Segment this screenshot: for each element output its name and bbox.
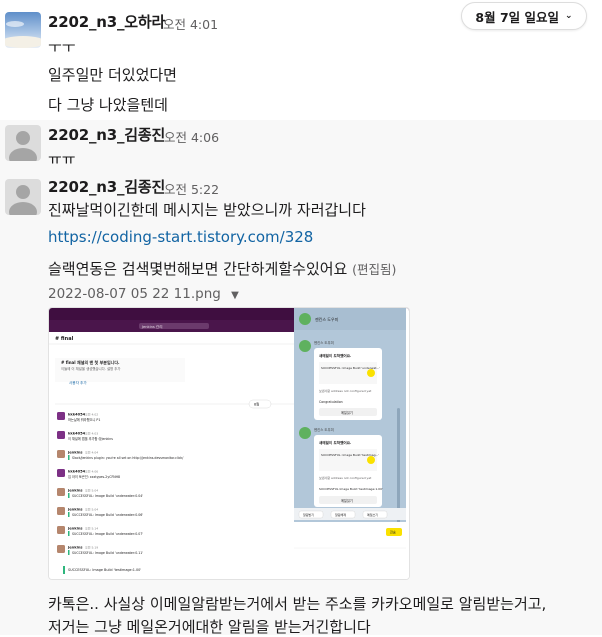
- entry-user: kkk4054: [68, 413, 86, 417]
- message-text: 슬랙연동은 검색몇번해보면 간단하게할수있어요: [48, 260, 348, 278]
- notice-sub: 이들에 이 채널을 생성했습니다. 설명 추가: [61, 366, 121, 371]
- entry-time: 오전 4:03: [85, 431, 98, 436]
- entry-user: kkk4054: [68, 470, 86, 474]
- status-bar: [68, 531, 70, 536]
- entry-avatar: [57, 412, 65, 420]
- image-preview: Jenkins 관리 # final # final 채널의 맨 첫 부분입니다…: [49, 308, 409, 579]
- kakao-card2-title: 새메일이 도착했어요.: [319, 440, 351, 445]
- kakao-tab-3: 메일쓰기: [367, 512, 378, 517]
- message-time[interactable]: 오전 4:06: [164, 127, 219, 146]
- message-time[interactable]: 오전 5:22: [164, 179, 219, 198]
- message-line: ㅠㅠ: [48, 150, 76, 168]
- entry-time: 오전 5:19: [85, 545, 98, 550]
- entry-avatar: [57, 545, 65, 553]
- channel-name: # final: [55, 336, 74, 342]
- sender-name[interactable]: 2202_n3_김종진: [48, 176, 165, 197]
- entry-avatar: [57, 450, 65, 458]
- kakao-sender: 젠킨스 도우미: [314, 340, 334, 345]
- entry-user: kkk4054: [68, 432, 86, 436]
- avatar[interactable]: [5, 179, 41, 215]
- caret-down-icon[interactable]: ▼: [231, 290, 239, 301]
- default-user-icon: [9, 131, 37, 161]
- add-member: 사용자 추가: [69, 380, 87, 385]
- sender-name[interactable]: 2202_n3_김종진: [48, 124, 165, 145]
- last-line: SUCCESSFUL: Image Build 'testimage:1.00': [68, 568, 141, 572]
- entry-avatar: [57, 488, 65, 496]
- kakao-card2-from: 보낸사람 address not configured yet: [319, 475, 372, 480]
- avatar[interactable]: [5, 125, 41, 161]
- message-line: 다 그냥 나았을텐데: [48, 96, 168, 114]
- file-name-text: 2022-08-07 05 22 11.png: [48, 286, 221, 302]
- kakao-card-button: 메일읽기: [341, 410, 353, 415]
- avatar[interactable]: [5, 12, 41, 48]
- entry-time: 오전 4:06: [85, 469, 98, 474]
- entry-text: 이 채널에 앱을 추가함 @jenkins: [68, 436, 113, 441]
- status-bar: [68, 493, 70, 498]
- attached-image[interactable]: Jenkins 관리 # final # final 채널의 맨 첫 부분입니다…: [48, 307, 410, 580]
- kakao-card-from: 보낸사람 address not configured yet: [319, 388, 372, 393]
- entry-time: 오전 5:04: [85, 488, 98, 493]
- file-name[interactable]: 2022-08-07 05 22 11.png ▼: [48, 286, 239, 302]
- search-text: Jenkins 관리: [141, 324, 163, 329]
- entry-avatar: [57, 507, 65, 515]
- kakao-header: 젠킨스 도우미: [315, 316, 339, 322]
- message-link[interactable]: https://coding-start.tistory.com/328: [48, 228, 313, 246]
- default-user-icon: [9, 185, 37, 215]
- message-line: 저거는 그냥 메일온거에대한 알림을 받는거긴합니다: [48, 618, 371, 636]
- kakao-tab-2: 알림해제: [335, 512, 346, 517]
- kakao-card-title: 새메일이 도착했어요.: [319, 353, 351, 358]
- entry-avatar: [57, 526, 65, 534]
- entry-time: 오전 5:04: [85, 507, 98, 512]
- entry-text: SUCCESSFUL: Image Build 'underwater:0.07…: [72, 532, 143, 536]
- divider-label: 8월: [254, 402, 259, 407]
- kakao-card2-button: 메일읽기: [341, 498, 353, 503]
- kakao-card2-status: SUCCESSFUL: Image Build 'testimag...': [321, 453, 379, 457]
- sender-name[interactable]: 2202_n3_오하라: [48, 11, 165, 32]
- entry-text: 하는날에 뭐라했으니 P1: [68, 417, 100, 422]
- entry-text: SUCCESSFUL: Image Build 'underwater:0.04…: [72, 494, 143, 498]
- notice-title: # final 채널의 맨 첫 부분입니다.: [61, 359, 120, 365]
- entry-avatar: [57, 431, 65, 439]
- entry-time: 오전 5:14: [85, 526, 98, 531]
- entry-avatar: [57, 469, 65, 477]
- entry-user: jenkins: [67, 508, 83, 512]
- edited-label: (편집됨): [352, 262, 397, 277]
- message-line: ㅜㅜ: [48, 38, 76, 56]
- entry-user: jenkins: [67, 451, 83, 455]
- entry-time: 오전 4:04: [85, 450, 98, 455]
- entry-text: SUCCESSFUL: Image Build 'underwater:0.11…: [72, 551, 143, 555]
- entry-time: 오전 4:02: [85, 412, 98, 417]
- message-line: 일주일만 더있었다면: [48, 66, 177, 84]
- entry-user: jenkins: [67, 546, 83, 550]
- message: 2202_n3_김종진 오전 4:06 ㅠㅠ: [0, 120, 602, 170]
- status-bar: [68, 550, 70, 555]
- kakao-card-congrats: Congratulation: [319, 400, 343, 404]
- kakao-send: 전송: [390, 530, 396, 535]
- status-bar: [68, 455, 70, 460]
- message-line: 진짜날먹이긴한데 메시지는 받았으니까 자러갑니다: [48, 201, 366, 219]
- avatar-image-icon: [5, 21, 41, 48]
- message: 2202_n3_오하라 오전 4:01 ㅜㅜ 일주일만 더있었다면 다 그냥 나…: [0, 0, 602, 120]
- message-line: 카톡은.. 사실상 이메일알람받는거에서 받는 주소를 카카오메일로 알림받는거…: [48, 595, 547, 613]
- entry-user: jenkins: [67, 489, 83, 493]
- entry-user: jenkins: [67, 527, 83, 531]
- message-line: 슬랙연동은 검색몇번해보면 간단하게할수있어요 (편집됨): [48, 258, 396, 279]
- entry-text: SUCCESSFUL: Image Build 'underwater:0.06…: [72, 513, 143, 517]
- message-time[interactable]: 오전 4:01: [163, 14, 218, 33]
- kakao-tab-1: 알림받기: [303, 512, 314, 517]
- entry-text: 입 아이 토큰인: xxxtypes-2yCFNH8: [68, 474, 120, 479]
- entry-text: Slack/Jenkins plugin: you're all set on …: [72, 456, 184, 460]
- kakao-card-status: SUCCESSFUL: Image Build 'underwat...': [321, 366, 380, 370]
- kakao-sender-2: 젠킨스 도우미: [314, 427, 334, 432]
- status-bar: [68, 512, 70, 517]
- kakao-card2-body: SUCCESSFUL Image Build 'testimage:1.00': [319, 487, 383, 491]
